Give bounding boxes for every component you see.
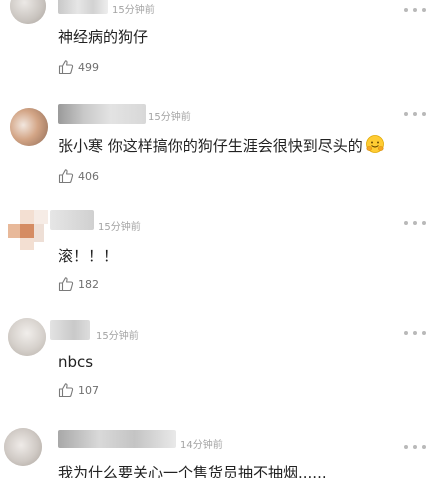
comment-item: 15分钟前 nbcs 107 [0, 318, 440, 418]
like-count: 182 [78, 277, 99, 291]
comment-feed: 15分钟前 神经病的狗仔 499 15分钟前 张小寒 你这样搞你的狗仔生涯会很快… [0, 0, 440, 478]
like-count: 406 [78, 169, 99, 183]
comment-text: 张小寒 你这样搞你的狗仔生涯会很快到尽头的 [58, 134, 385, 156]
thumbs-up-icon [58, 169, 74, 184]
avatar[interactable] [8, 318, 46, 356]
comment-item: 15分钟前 神经病的狗仔 499 [0, 0, 440, 88]
thumbs-up-icon [58, 60, 74, 75]
comment-time: 15分钟前 [98, 222, 141, 233]
avatar[interactable] [4, 428, 42, 466]
thumbs-up-icon [58, 383, 74, 398]
username-mask[interactable] [58, 104, 146, 124]
comment-text: 我为什么要关心一个售货员抽不抽烟...... [58, 464, 327, 478]
comment-item: 15分钟前 滚！！！ 182 [0, 210, 440, 310]
avatar[interactable] [10, 108, 48, 146]
more-dots-icon[interactable] [404, 326, 426, 340]
username-mask[interactable] [58, 430, 176, 448]
username-mask[interactable] [58, 0, 108, 14]
like-count: 499 [78, 60, 99, 74]
avatar[interactable] [8, 210, 48, 250]
more-dots-icon[interactable] [404, 3, 426, 17]
comment-text: 神经病的狗仔 [58, 28, 149, 46]
more-dots-icon[interactable] [404, 107, 426, 121]
like-button[interactable]: 182 [58, 276, 99, 292]
comment-time: 15分钟前 [148, 112, 191, 123]
comment-text: nbcs [58, 353, 94, 371]
like-count: 107 [78, 383, 99, 397]
hugging-face-emoji [365, 135, 384, 153]
username-mask[interactable] [50, 210, 94, 230]
like-button[interactable]: 107 [58, 382, 99, 398]
more-dots-icon[interactable] [404, 216, 426, 230]
more-dots-icon[interactable] [404, 440, 426, 454]
comment-time: 15分钟前 [112, 5, 155, 16]
comment-text: 滚！！！ [58, 247, 119, 265]
comment-item: 15分钟前 张小寒 你这样搞你的狗仔生涯会很快到尽头的 406 [0, 104, 440, 204]
comment-text-body: 张小寒 你这样搞你的狗仔生涯会很快到尽头的 [58, 137, 363, 155]
thumbs-up-icon [58, 277, 74, 292]
comment-item: 14分钟前 我为什么要关心一个售货员抽不抽烟...... [0, 428, 440, 478]
avatar[interactable] [10, 0, 46, 24]
username-mask[interactable] [50, 320, 90, 340]
comment-time: 14分钟前 [180, 440, 223, 451]
like-button[interactable]: 499 [58, 59, 99, 75]
like-button[interactable]: 406 [58, 168, 99, 184]
comment-time: 15分钟前 [96, 331, 139, 342]
